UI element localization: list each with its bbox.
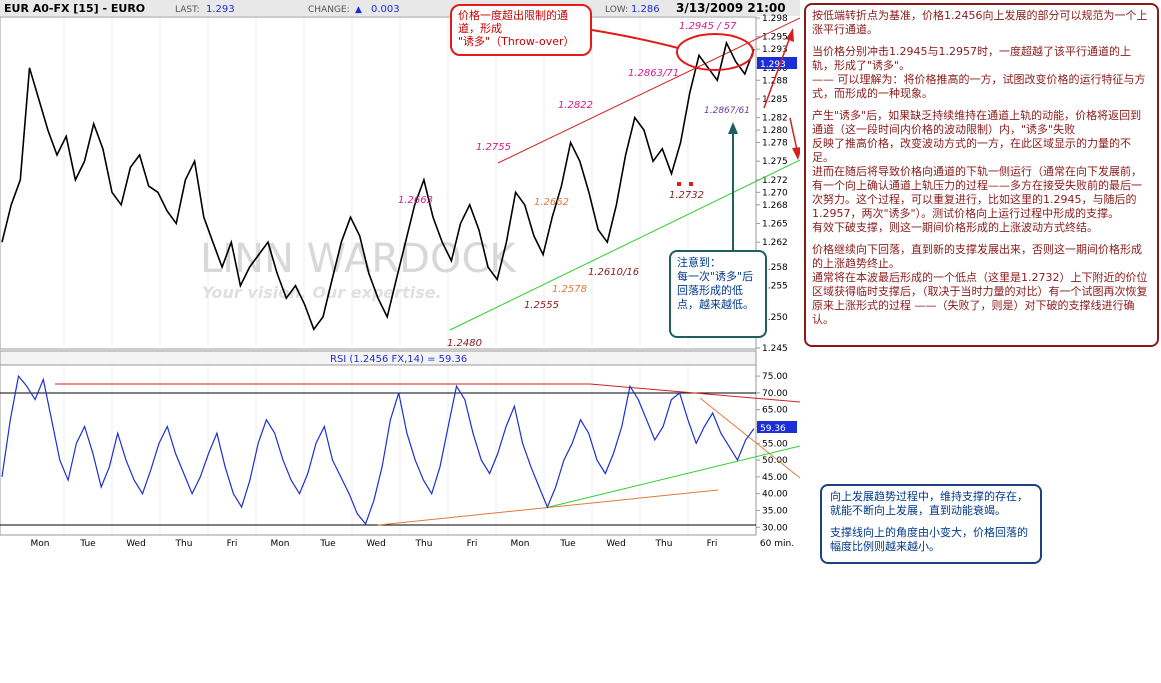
symbol-title: EUR A0-FX [15] - EURO (4, 2, 145, 15)
analysis-panel: 按低端转折点为基准，价格1.2456向上发展的部分可以规范为一个上涨平行通道。 … (804, 3, 1159, 347)
price-tick-label: 1.272 (762, 176, 788, 186)
rsi-tick-label: 65.00 (762, 406, 788, 416)
x-axis: Mon Tue Wed Thu Fri Mon Tue Wed Thu Fri Mon Tue Wed T… (31, 539, 795, 549)
change-up-icon: ▲ (355, 5, 362, 15)
x-tick-label: Tue (559, 539, 576, 549)
rsi-tick-label: 55.00 (762, 439, 788, 449)
current-price-value: 1.293 (760, 60, 786, 70)
low-marker (689, 182, 693, 186)
price-tick-label: 1.278 (762, 139, 788, 149)
price-tick-label: 1.265 (762, 219, 788, 229)
price-tick-label: 1.282 (762, 114, 788, 124)
price-label-12480: 1.2480 (447, 338, 482, 349)
low-value: 1.286 (631, 4, 660, 15)
low-marker (677, 182, 681, 186)
price-label-12662: 1.2662 (534, 197, 569, 208)
price-label-12867: 1.2867/61 (704, 106, 750, 116)
price-label-12945: 1.2945 / 57 (679, 21, 737, 32)
price-tick-label: 1.262 (762, 238, 788, 248)
last-label: LAST: (175, 5, 200, 15)
watermark-tagline: Your vision. Our expertise. (202, 283, 442, 302)
rsi-tick-label: 75.00 (762, 372, 788, 382)
change-value: 0.003 (371, 4, 400, 15)
price-label-12732: 1.2732 (669, 190, 704, 201)
throw-over-callout: 价格一度超出限制的通道，形成 "诱多"（Throw-over） (450, 4, 592, 56)
rsi-tick-label: 40.00 (762, 490, 788, 500)
price-tick-label: 1.268 (762, 201, 788, 211)
note-callout: 注意到： 每一次"诱多"后回落形成的低点，越来越低。 (669, 250, 767, 338)
analysis-paragraph: 按低端转折点为基准，价格1.2456向上发展的部分可以规范为一个上涨平行通道。 (812, 9, 1148, 36)
summary-callout: 向上发展趋势过程中，维持支撑的存在，就能不断向上发展，直到动能衰竭。 支撑线向上… (820, 484, 1042, 564)
rsi-tick-label: 35.00 (762, 506, 788, 516)
analysis-paragraph: 当价格分别冲击1.2945与1.2957时，一度超越了该平行通道的上轨，形成了"… (812, 45, 1146, 100)
x-tick-label: Mon (271, 539, 290, 549)
last-value: 1.293 (206, 4, 235, 15)
x-tick-label: 60 min. (760, 539, 794, 549)
price-label-12610: 1.2610/16 (588, 267, 639, 278)
x-tick-label: Tue (319, 539, 336, 549)
analysis-paragraph: 价格继续向下回落，直到新的支撑发展出来，否则这一期间价格形成的上涨趋势终止。 通… (812, 243, 1148, 326)
right-arrow-lower-head (792, 147, 802, 160)
right-arrow-lower (789, 117, 798, 151)
price-label-12755: 1.2755 (476, 142, 511, 153)
x-tick-label: Thu (655, 539, 673, 549)
x-tick-label: Fri (707, 539, 718, 549)
rsi-title: RSI (1.2456 FX,14) = 59.36 (330, 354, 467, 365)
datetime: 3/13/2009 21:00 (676, 1, 786, 15)
x-tick-label: Wed (366, 539, 386, 549)
price-tick-label: 1.245 (762, 344, 788, 354)
rsi-current-value: 59.36 (760, 424, 786, 434)
rsi-tick-label: 70.00 (762, 389, 788, 399)
x-tick-label: Fri (467, 539, 478, 549)
x-tick-label: Wed (606, 539, 626, 549)
x-tick-label: Thu (175, 539, 193, 549)
price-tick-label: 1.280 (762, 126, 788, 136)
summary-paragraph: 支撑线向上的角度由小变大，价格回落的幅度比例则越来越小。 (830, 526, 1028, 553)
change-label: CHANGE: (308, 5, 350, 15)
x-tick-label: Thu (415, 539, 433, 549)
rsi-tick-label: 30.00 (762, 523, 788, 533)
price-tick-label: 1.275 (762, 157, 788, 167)
price-label-12555: 1.2555 (524, 300, 559, 311)
price-label-12822: 1.2822 (558, 100, 593, 111)
x-tick-label: Mon (31, 539, 50, 549)
summary-paragraph: 向上发展趋势过程中，维持支撑的存在，就能不断向上发展，直到动能衰竭。 (830, 490, 1028, 517)
watermark-brand: LINN WARDOCK (200, 236, 517, 282)
x-tick-label: Tue (79, 539, 96, 549)
x-tick-label: Wed (126, 539, 146, 549)
low-label: LOW: (605, 5, 628, 15)
x-tick-label: Mon (511, 539, 530, 549)
price-label-12578: 1.2578 (552, 284, 587, 295)
note-text: 注意到： 每一次"诱多"后回落形成的低点，越来越低。 (677, 256, 754, 311)
rsi-tick-label: 45.00 (762, 473, 788, 483)
price-tick-label: 1.270 (762, 188, 788, 198)
price-label-12863: 1.2863/71 (628, 68, 679, 79)
throw-over-text: 价格一度超出限制的通道，形成 "诱多"（Throw-over） (458, 9, 575, 48)
price-tick-label: 1.298 (762, 14, 788, 24)
x-tick-label: Fri (227, 539, 238, 549)
analysis-paragraph: 产生"诱多"后，如果缺乏持续维持在通道上轨的动能，价格将返回到通道（这一段时间内… (812, 109, 1142, 234)
price-label-12663: 1.2663 (398, 195, 433, 206)
